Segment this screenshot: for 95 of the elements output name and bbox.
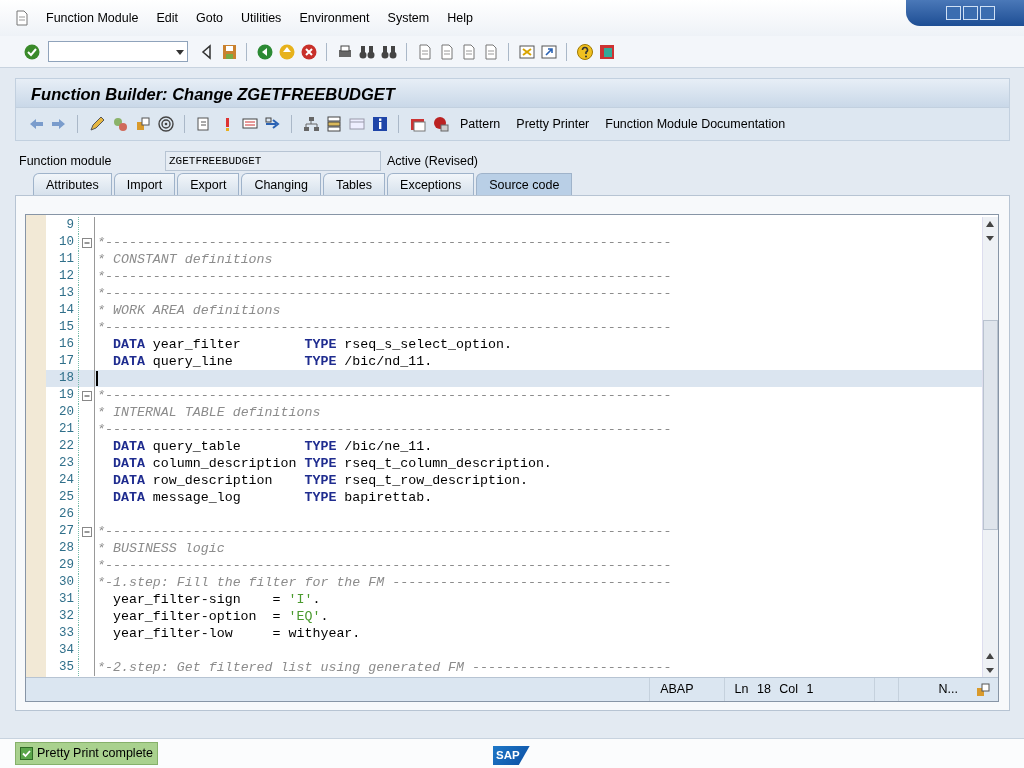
tab[interactable]: Attributes	[33, 173, 112, 195]
language-indicator: ABAP	[660, 681, 694, 699]
vertical-scrollbar[interactable]	[982, 217, 998, 677]
code-line: *-----------------------------------------------------------------------	[96, 318, 672, 337]
tab[interactable]: Changing	[241, 173, 321, 195]
code-line: DATA year_filter TYPE rseq_s_select_option.	[111, 335, 512, 354]
field-label: Function module	[19, 152, 113, 170]
line-number: 28	[46, 540, 79, 557]
code-line: year_filter-sign = 'I'.	[111, 590, 321, 609]
info-icon[interactable]	[370, 115, 389, 133]
menu-item[interactable]: Environment	[290, 8, 379, 28]
toolbar-button[interactable]: Pattern	[454, 114, 507, 134]
code-line: DATA message_log TYPE bapirettab.	[111, 488, 433, 507]
line-number: 30	[46, 574, 79, 591]
line-number: 22	[46, 438, 79, 455]
back-icon[interactable]	[255, 42, 274, 61]
line-number: 18	[46, 370, 79, 387]
message-text: Pretty Print complete	[37, 745, 153, 763]
code-line: *-----------------------------------------------------------------------	[96, 233, 672, 252]
status-text: Active (Revised)	[387, 152, 478, 170]
line-number: 27	[46, 523, 79, 540]
enter-icon[interactable]	[22, 42, 41, 61]
minimize-button[interactable]	[945, 6, 961, 20]
line-number: 20	[46, 404, 79, 421]
shortcut-icon[interactable]	[539, 42, 558, 61]
code-line: * BUSINESS logic	[96, 539, 225, 558]
collapse-icon[interactable]	[81, 390, 92, 401]
code-line: *-----------------------------------------------------------------------	[96, 386, 672, 405]
screen-title: Function Builder: Change ZGETFREEBUDGET	[15, 78, 1010, 108]
line-number: 21	[46, 421, 79, 438]
restore-button[interactable]	[962, 6, 978, 20]
tab[interactable]: Export	[177, 173, 240, 195]
code-line: year_filter-option = 'EQ'.	[111, 607, 329, 626]
scroll-thumb[interactable]	[983, 320, 998, 530]
menu-item[interactable]: Utilities	[232, 8, 291, 28]
line-number: 14	[46, 302, 79, 319]
line-number: 11	[46, 251, 79, 268]
code-line: * CONSTANT definitions	[96, 250, 273, 269]
line-number: 33	[46, 625, 79, 642]
line-number: 23	[46, 455, 79, 472]
line-number: 16	[46, 336, 79, 353]
code-line: DATA query_line TYPE /bic/nd_11.	[111, 352, 433, 371]
line-number: 13	[46, 285, 79, 302]
line-number: 31	[46, 591, 79, 608]
code-line: DATA column_description TYPE rseq_t_column_description.	[111, 454, 552, 473]
close-button[interactable]	[979, 6, 995, 20]
line-number: 32	[46, 608, 79, 625]
tab[interactable]: Source code	[476, 173, 573, 195]
collapse-icon[interactable]	[81, 237, 92, 248]
line-number: 35	[46, 659, 79, 676]
menu-item[interactable]: Goto	[186, 8, 233, 28]
line-number: 34	[46, 642, 79, 659]
line-number: 15	[46, 319, 79, 336]
stack-icon[interactable]	[324, 115, 343, 133]
code-line: *-1.step: Fill the filter for the FM -----------------------------------	[96, 573, 672, 592]
cancel-icon[interactable]	[299, 42, 318, 61]
toolbar-button[interactable]: Function Module Documentation	[599, 114, 792, 134]
tab[interactable]: Exceptions	[387, 173, 475, 195]
toolbar-button[interactable]: Pretty Printer	[510, 114, 596, 134]
code-line: *-----------------------------------------------------------------------	[96, 522, 672, 541]
line-number: 19	[46, 387, 79, 404]
line-number: 26	[46, 506, 79, 523]
line-number: 12	[46, 268, 79, 285]
menu-item[interactable]: Function Module	[37, 8, 148, 28]
line-number: 29	[46, 557, 79, 574]
tab[interactable]: Tables	[322, 173, 386, 195]
line-number: 9	[46, 217, 79, 234]
code-line: * WORK AREA definitions	[96, 301, 281, 320]
collapse-icon[interactable]	[81, 526, 92, 537]
menu-item[interactable]: Help	[438, 8, 482, 28]
code-line: *-----------------------------------------------------------------------	[96, 420, 672, 439]
function-module-field[interactable]: ZGETFREEBUDGET	[165, 151, 381, 171]
code-line: DATA row_description TYPE rseq_t_row_description.	[111, 471, 528, 490]
success-icon	[20, 747, 33, 760]
cursor-position: Ln 18 Col 1	[734, 681, 814, 699]
line-number: 25	[46, 489, 79, 506]
menu-item[interactable]: System	[378, 8, 439, 28]
code-line: *-----------------------------------------------------------------------	[96, 267, 672, 286]
menu-item[interactable]: Edit	[147, 8, 187, 28]
command-field[interactable]	[48, 41, 188, 62]
code-line: *-2.step: Get filtered list using generated FM -------------------------	[96, 658, 672, 677]
line-number: 24	[46, 472, 79, 489]
status-text: N...	[938, 681, 958, 699]
text-cursor	[96, 371, 98, 386]
code-line: * INTERNAL TABLE definitions	[96, 403, 321, 422]
hierarchy-icon[interactable]	[301, 115, 320, 133]
code-line: *-----------------------------------------------------------------------	[96, 284, 672, 303]
code-line: year_filter-low = withyear.	[111, 624, 361, 643]
line-number: 10	[46, 234, 79, 251]
code-line: DATA query_table TYPE /bic/ne_11.	[111, 437, 433, 456]
code-line: *-----------------------------------------------------------------------	[96, 556, 672, 575]
pencil-icon[interactable]	[87, 115, 106, 133]
help-icon[interactable]	[575, 42, 594, 61]
tab[interactable]: Import	[113, 173, 176, 195]
logo: SAP	[493, 746, 530, 766]
